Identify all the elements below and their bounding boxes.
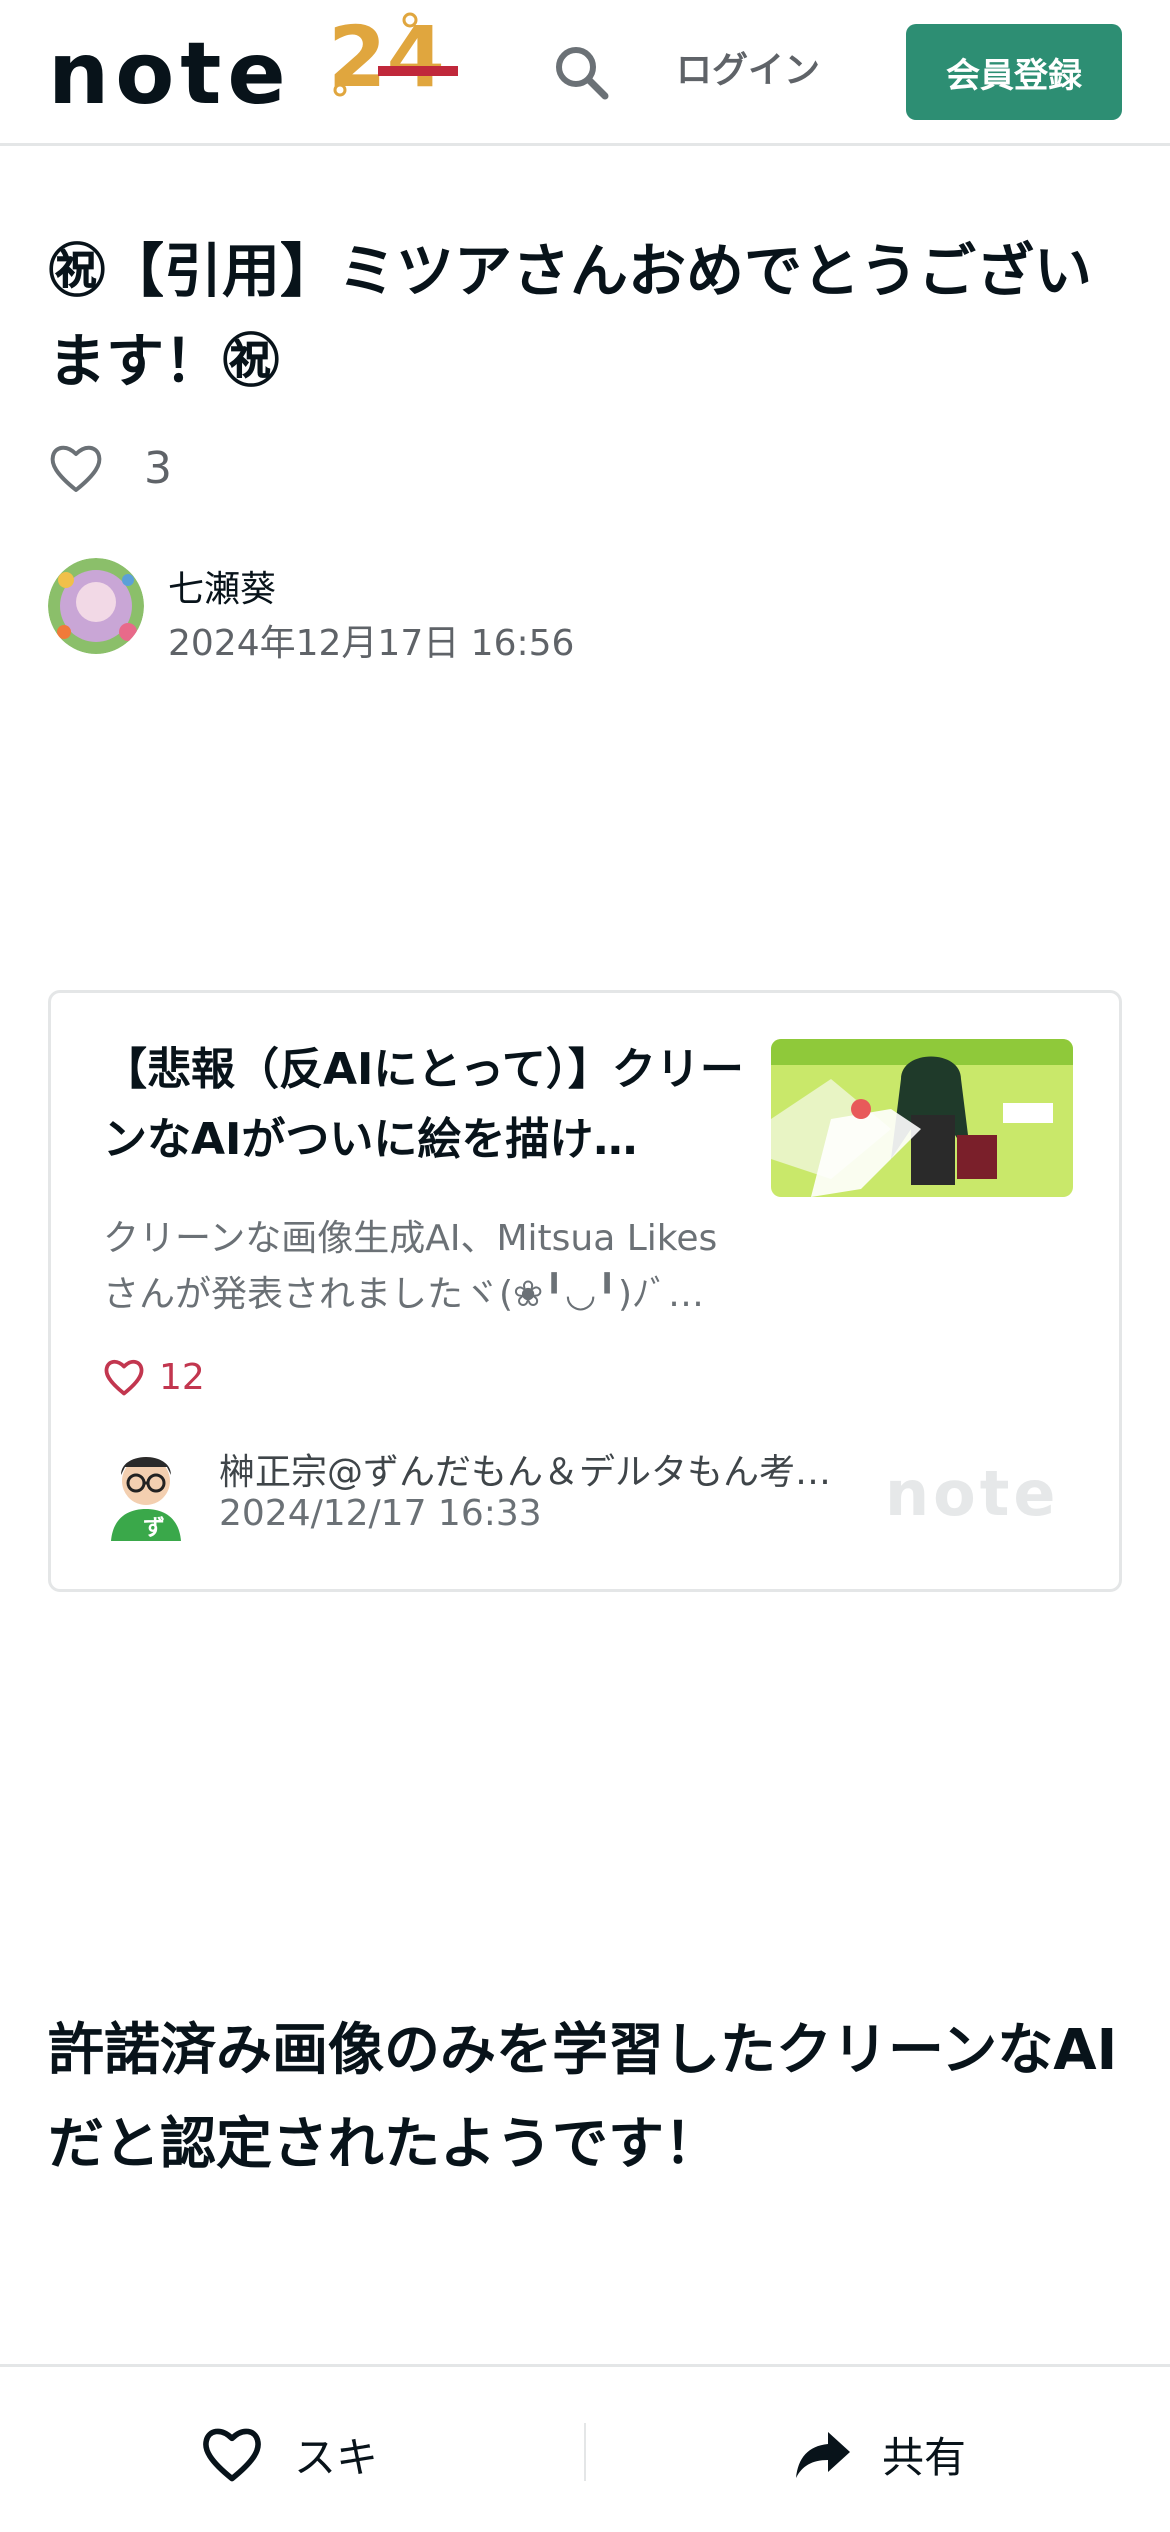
search-icon <box>556 47 609 100</box>
like-button[interactable]: スキ <box>200 2419 378 2489</box>
card-thumbnail <box>771 1039 1073 1197</box>
anniversary-24-icon: 24 <box>328 8 458 100</box>
card-title[interactable]: 【悲報（反AIにとって）】クリーンなAIがついに絵を描け… <box>103 1035 753 1175</box>
article-title: ㊗【引用】ミツアさんおめでとうございます！㊗ <box>48 237 1093 395</box>
login-link[interactable]: ログイン <box>676 44 820 98</box>
author-name[interactable]: 七瀬葵 <box>168 560 276 612</box>
search-button[interactable] <box>548 36 614 108</box>
publish-date: 2024年12月17日 16:56 <box>168 623 575 664</box>
share-button[interactable]: 共有 <box>794 2419 966 2489</box>
thumbnail-image <box>771 1039 1073 1197</box>
site-header: note 24 ログイン 会員登録 <box>0 0 1170 146</box>
like-button-label: スキ <box>294 2432 379 2482</box>
card-publish-date: 2024/12/17 16:33 <box>219 1493 542 1534</box>
heart-icon <box>104 1360 144 1396</box>
avatar-image: ず <box>111 1457 181 1541</box>
avatar-image <box>48 558 144 654</box>
svg-text:ず: ず <box>143 1516 165 1541</box>
author-avatar[interactable] <box>48 558 144 654</box>
card-like-row: 12 <box>103 1349 205 1405</box>
note-logo[interactable]: note <box>48 26 292 122</box>
heart-icon[interactable] <box>48 442 104 494</box>
share-arrow-icon <box>796 2432 850 2478</box>
bottom-action-bar: スキ 共有 <box>0 2364 1170 2532</box>
section-heading: 許諾済み画像のみを学習したクリーンなAIだと認定されたようです！ <box>48 2018 1118 2177</box>
article-like-row[interactable]: 3 <box>48 436 172 500</box>
embedded-note-card[interactable]: 【悲報（反AIにとって）】クリーンなAIがついに絵を描け… クリーンな画像生成A… <box>48 990 1122 1592</box>
heart-icon <box>203 2428 261 2482</box>
card-author-name: 榊正宗@ずんだもん＆デルタもん考… <box>219 1452 832 1493</box>
logo-text: note <box>48 24 292 124</box>
note-watermark-logo: note <box>885 1457 1060 1530</box>
card-author-avatar: ず <box>103 1441 189 1541</box>
logo-badge-text: 24 <box>328 8 445 100</box>
share-button-label: 共有 <box>882 2432 967 2482</box>
signup-button[interactable]: 会員登録 <box>906 24 1122 120</box>
card-description: クリーンな画像生成AI、Mitsua Likesさんが発表されましたヾ(❀╹◡╹… <box>103 1218 718 1315</box>
card-like-count: 12 <box>159 1356 205 1398</box>
bottom-bar-divider <box>584 2423 586 2481</box>
like-count: 3 <box>144 442 172 494</box>
